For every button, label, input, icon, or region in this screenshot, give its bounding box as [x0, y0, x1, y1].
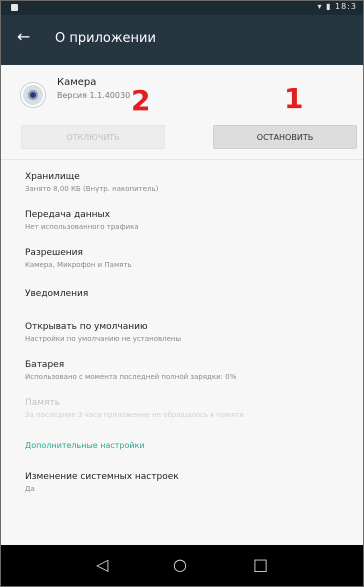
annotation-2: 2	[131, 84, 151, 117]
setting-title: Батарея	[25, 360, 65, 370]
arrow-left-icon[interactable]: ←	[17, 27, 30, 47]
setting-title: Хранилище	[25, 172, 80, 182]
wifi-icon: ▾	[317, 2, 323, 11]
setting-subtitle: Настройки по умолчанию не установлены	[25, 335, 182, 343]
status-bar: ▾ ▮ 18:3	[1, 1, 363, 15]
setting-permissions[interactable]: Разрешения Камера, Микрофон и Память	[25, 247, 345, 270]
setting-title: Память	[25, 398, 61, 408]
nav-bar: ◁ ○ □	[1, 545, 363, 586]
setting-title: Разрешения	[25, 248, 83, 258]
setting-title: Уведомления	[25, 289, 89, 299]
setting-memory: Память За последние 3 часа приложение не…	[25, 397, 345, 420]
setting-battery[interactable]: Батарея Использовано с момента последней…	[25, 359, 345, 382]
triangle-back-icon[interactable]: ◁	[96, 555, 108, 575]
camera-app-icon	[21, 83, 45, 107]
notification-icon	[11, 4, 18, 11]
advanced-settings-header: Дополнительные настройки	[25, 441, 145, 450]
setting-subtitle: Да	[25, 485, 35, 493]
setting-title: Открывать по умолчанию	[25, 322, 148, 332]
app-version: Версия 1.1.40030	[57, 91, 131, 100]
setting-open-by-default[interactable]: Открывать по умолчанию Настройки по умол…	[25, 321, 345, 344]
content[interactable]: Камера Версия 1.1.40030 2 1 ОТКЛЮЧИТЬ ОС…	[1, 65, 363, 545]
setting-modify-system[interactable]: Изменение системных настроек Да	[25, 471, 345, 494]
circle-home-icon[interactable]: ○	[173, 555, 187, 575]
annotation-1: 1	[284, 82, 304, 115]
battery-icon: ▮	[326, 2, 332, 11]
device-frame: ▾ ▮ 18:3 ← О приложении Камера Версия 1.…	[0, 0, 364, 587]
setting-subtitle: За последние 3 часа приложение не обраща…	[25, 411, 244, 419]
setting-subtitle: Использовано с момента последней полной …	[25, 373, 237, 381]
app-bar: ← О приложении	[1, 15, 363, 65]
setting-storage[interactable]: Хранилище Занято 8,00 КБ (Внутр. накопит…	[25, 171, 345, 194]
divider	[1, 159, 363, 160]
page-title: О приложении	[55, 31, 156, 46]
app-name: Камера	[57, 77, 97, 88]
stop-button[interactable]: ОСТАНОВИТЬ	[213, 125, 357, 149]
status-time: 18:3	[335, 2, 357, 11]
square-recents-icon[interactable]: □	[253, 555, 268, 575]
setting-notifications[interactable]: Уведомления	[25, 288, 345, 300]
setting-data-usage[interactable]: Передача данных Нет использованного траф…	[25, 209, 345, 232]
setting-title: Передача данных	[25, 210, 110, 220]
setting-subtitle: Камера, Микрофон и Память	[25, 261, 132, 269]
disable-button[interactable]: ОТКЛЮЧИТЬ	[21, 125, 165, 149]
setting-subtitle: Занято 8,00 КБ (Внутр. накопитель)	[25, 185, 159, 193]
setting-title: Изменение системных настроек	[25, 472, 179, 482]
setting-subtitle: Нет использованного трафика	[25, 223, 139, 231]
